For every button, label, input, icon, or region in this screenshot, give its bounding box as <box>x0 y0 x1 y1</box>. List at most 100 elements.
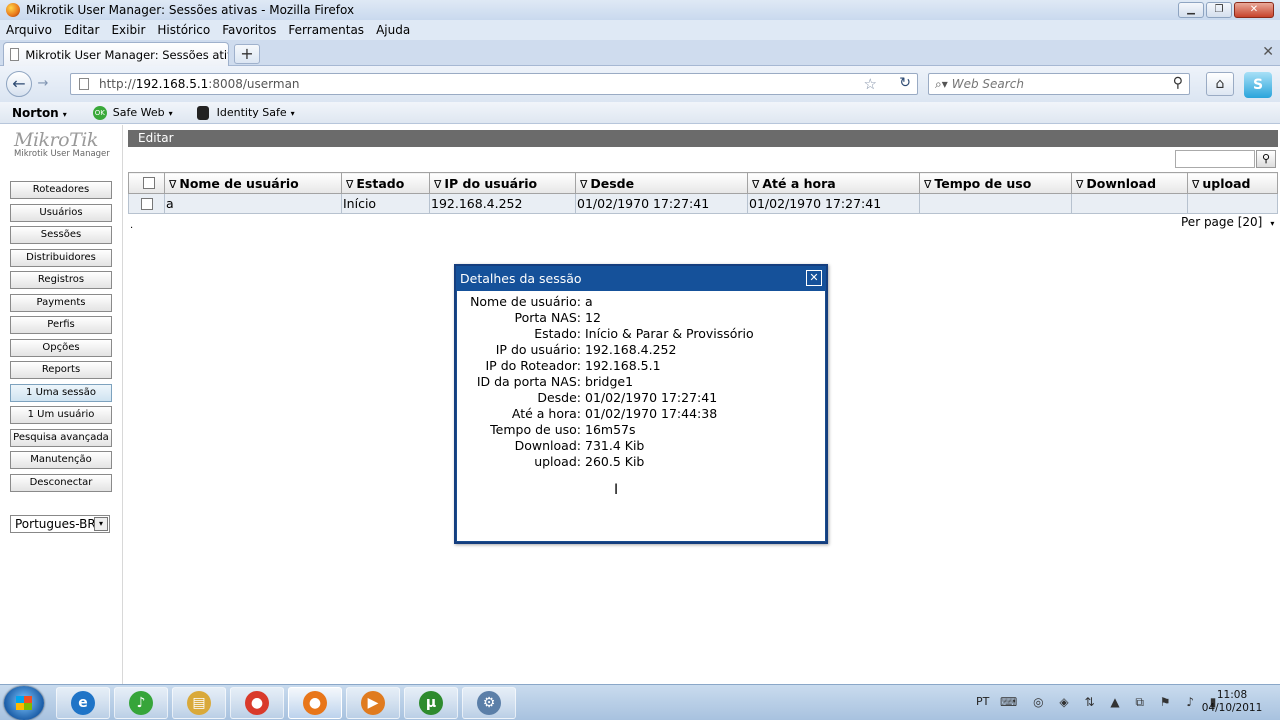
taskbar-file-explorer[interactable]: ▤ <box>172 687 226 719</box>
column-header-ate-hora[interactable]: ∇ Até a hora <box>747 172 920 194</box>
menu-ferramentas[interactable]: Ferramentas <box>288 23 364 37</box>
sort-icon: ∇ <box>434 177 442 191</box>
column-header-tempo[interactable]: ∇ Tempo de uso <box>919 172 1072 194</box>
column-header-ip[interactable]: ∇ IP do usuário <box>429 172 576 194</box>
detail-row: Download: 731.4 Kib <box>514 438 645 453</box>
taskbar-network-app[interactable]: ⚙ <box>462 687 516 719</box>
menu-arquivo[interactable]: Arquivo <box>6 23 52 37</box>
start-button[interactable] <box>4 686 44 720</box>
row-checkbox[interactable] <box>141 197 153 210</box>
new-tab-button[interactable]: + <box>234 44 260 64</box>
detail-row: Porta NAS: 12 <box>514 310 601 325</box>
internet-explorer-icon: e <box>71 691 95 715</box>
sort-icon: ∇ <box>169 177 177 191</box>
sidebar-item-opcoes[interactable]: Opções <box>10 338 112 357</box>
close-icon[interactable]: ✕ <box>806 270 822 286</box>
bookmark-star-icon[interactable]: ☆ <box>864 75 877 93</box>
row-select-cell <box>128 193 165 214</box>
safe-web-ok-icon: OK <box>92 105 107 120</box>
column-header-nome[interactable]: ∇ Nome de usuário <box>164 172 342 194</box>
table-row[interactable]: a Início 192.168.4.252 01/02/1970 17:27:… <box>128 193 1278 214</box>
taskbar-internet-explorer[interactable]: e <box>56 687 110 719</box>
taskbar-utorrent[interactable]: µ <box>404 687 458 719</box>
tab-bar: Mikrotik User Manager: Sessões ativas + … <box>0 40 1280 66</box>
detail-row: Tempo de uso: 16m57s <box>490 422 636 437</box>
sort-icon: ∇ <box>346 177 354 191</box>
sidebar-item-desconectar[interactable]: Desconectar <box>10 473 112 492</box>
cell-upload <box>1187 193 1278 214</box>
menu-ajuda[interactable]: Ajuda <box>376 23 410 37</box>
sidebar-item-roteadores[interactable]: Roteadores <box>10 181 112 199</box>
input-language-indicator[interactable]: PT <box>976 695 989 708</box>
select-all-checkbox[interactable] <box>142 177 155 189</box>
window-title: Mikrotik User Manager: Sessões ativas - … <box>26 3 355 17</box>
per-page-select[interactable]: Per page [20] ▾ <box>1181 215 1274 229</box>
media-player-icon: ♪ <box>129 691 153 715</box>
sort-icon: ∇ <box>924 177 932 191</box>
back-button[interactable]: ← <box>6 71 32 97</box>
safe-web-menu[interactable]: Safe Web ▾ <box>113 106 173 119</box>
column-header-desde[interactable]: ∇ Desde <box>575 172 748 194</box>
norton-toolbar: Norton ▾ OK Safe Web ▾ Identity Safe ▾ <box>0 102 1280 124</box>
chrome-icon: ● <box>245 691 269 715</box>
sidebar-item-usuarios[interactable]: Usuários <box>10 203 112 222</box>
menu-editar[interactable]: Editar <box>64 23 100 37</box>
cell-download <box>1071 193 1188 214</box>
sidebar-item-um-usuario[interactable]: 1 Um usuário <box>10 406 112 424</box>
skype-icon[interactable]: S <box>1244 72 1272 98</box>
search-icon[interactable]: ⚲ <box>1173 75 1183 91</box>
section-header: Editar <box>128 130 1278 147</box>
tab-active[interactable]: Mikrotik User Manager: Sessões ativas <box>3 42 229 66</box>
url-text[interactable]: http://192.168.5.1:8008/userman <box>99 77 300 91</box>
sidebar-item-registros[interactable]: Registros <box>10 271 112 289</box>
menu-favoritos[interactable]: Favoritos <box>222 23 276 37</box>
taskbar-firefox[interactable]: ● <box>288 687 342 719</box>
menu-historico[interactable]: Histórico <box>157 23 210 37</box>
chevron-down-icon[interactable]: ▾ <box>94 517 108 531</box>
taskbar-media-app[interactable]: ▶ <box>346 687 400 719</box>
detail-row: Desde: 01/02/1970 17:27:41 <box>537 390 718 405</box>
taskbar-media-player[interactable]: ♪ <box>114 687 168 719</box>
column-header-upload[interactable]: ∇ upload <box>1187 172 1278 194</box>
norton-menu[interactable]: Norton ▾ <box>12 106 67 120</box>
identity-safe-menu[interactable]: Identity Safe ▾ <box>217 106 295 119</box>
sidebar-item-perfis[interactable]: Perfis <box>10 316 112 334</box>
cell-ip: 192.168.4.252 <box>429 193 576 214</box>
sidebar-item-reports[interactable]: Reports <box>10 361 112 379</box>
filter-search-icon[interactable]: ⚲ <box>1256 150 1276 168</box>
taskbar-chrome[interactable]: ● <box>230 687 284 719</box>
restore-button[interactable]: ❐ <box>1206 2 1232 18</box>
sidebar-item-distribuidores[interactable]: Distribuidores <box>10 248 112 267</box>
column-header-estado[interactable]: ∇ Estado <box>341 172 430 194</box>
sidebar-item-pesquisa-avancada[interactable]: Pesquisa avançada <box>10 428 112 447</box>
sidebar-nav: Roteadores Usuários Sessões Distribuidor… <box>10 181 112 496</box>
window-title-bar: Mikrotik User Manager: Sessões ativas - … <box>0 0 1280 20</box>
sidebar-item-payments[interactable]: Payments <box>10 293 112 312</box>
forward-button[interactable]: → <box>34 75 52 93</box>
mikrotik-logo: MikroTik Mikrotik User Manager <box>14 129 114 159</box>
sidebar-item-uma-sessao[interactable]: 1 Uma sessão <box>10 383 112 402</box>
tab-list-close-icon[interactable]: ✕ <box>1262 44 1274 60</box>
reload-icon[interactable]: ↻ <box>899 75 911 91</box>
filter-input[interactable] <box>1175 150 1255 168</box>
minimize-button[interactable]: ▁ <box>1178 2 1204 18</box>
column-header-download[interactable]: ∇ Download <box>1071 172 1188 194</box>
close-window-button[interactable]: ✕ <box>1234 2 1274 18</box>
system-tray-icons[interactable]: ⌨ ◎ ◈ ⇅ ▲ ⧉ ⚑ ♪ ▮ <box>1000 695 1222 710</box>
cell-username[interactable]: a <box>164 193 342 214</box>
menu-exibir[interactable]: Exibir <box>111 23 145 37</box>
firefox-icon <box>6 3 20 17</box>
firefox-icon: ● <box>303 691 327 715</box>
taskbar-clock[interactable]: 11:08 04/10/2011 <box>1200 689 1264 715</box>
identity-safe-icon <box>196 105 209 120</box>
language-select[interactable]: Portugues-BR ▾ <box>10 515 110 533</box>
web-search-box[interactable]: ⌕▾ ⚲ <box>928 73 1190 95</box>
navigation-bar: ← → http://192.168.5.1:8008/userman ☆ ↻ … <box>0 66 1280 102</box>
search-engine-icon[interactable]: ⌕▾ <box>935 77 948 92</box>
home-button[interactable]: ⌂ <box>1206 72 1234 96</box>
url-bar[interactable]: http://192.168.5.1:8008/userman ☆ ↻ <box>70 73 918 95</box>
sidebar-item-sessoes[interactable]: Sessões <box>10 226 112 244</box>
web-search-input[interactable] <box>951 77 1152 91</box>
site-identity-icon[interactable] <box>79 78 89 90</box>
sidebar-item-manutencao[interactable]: Manutenção <box>10 451 112 469</box>
